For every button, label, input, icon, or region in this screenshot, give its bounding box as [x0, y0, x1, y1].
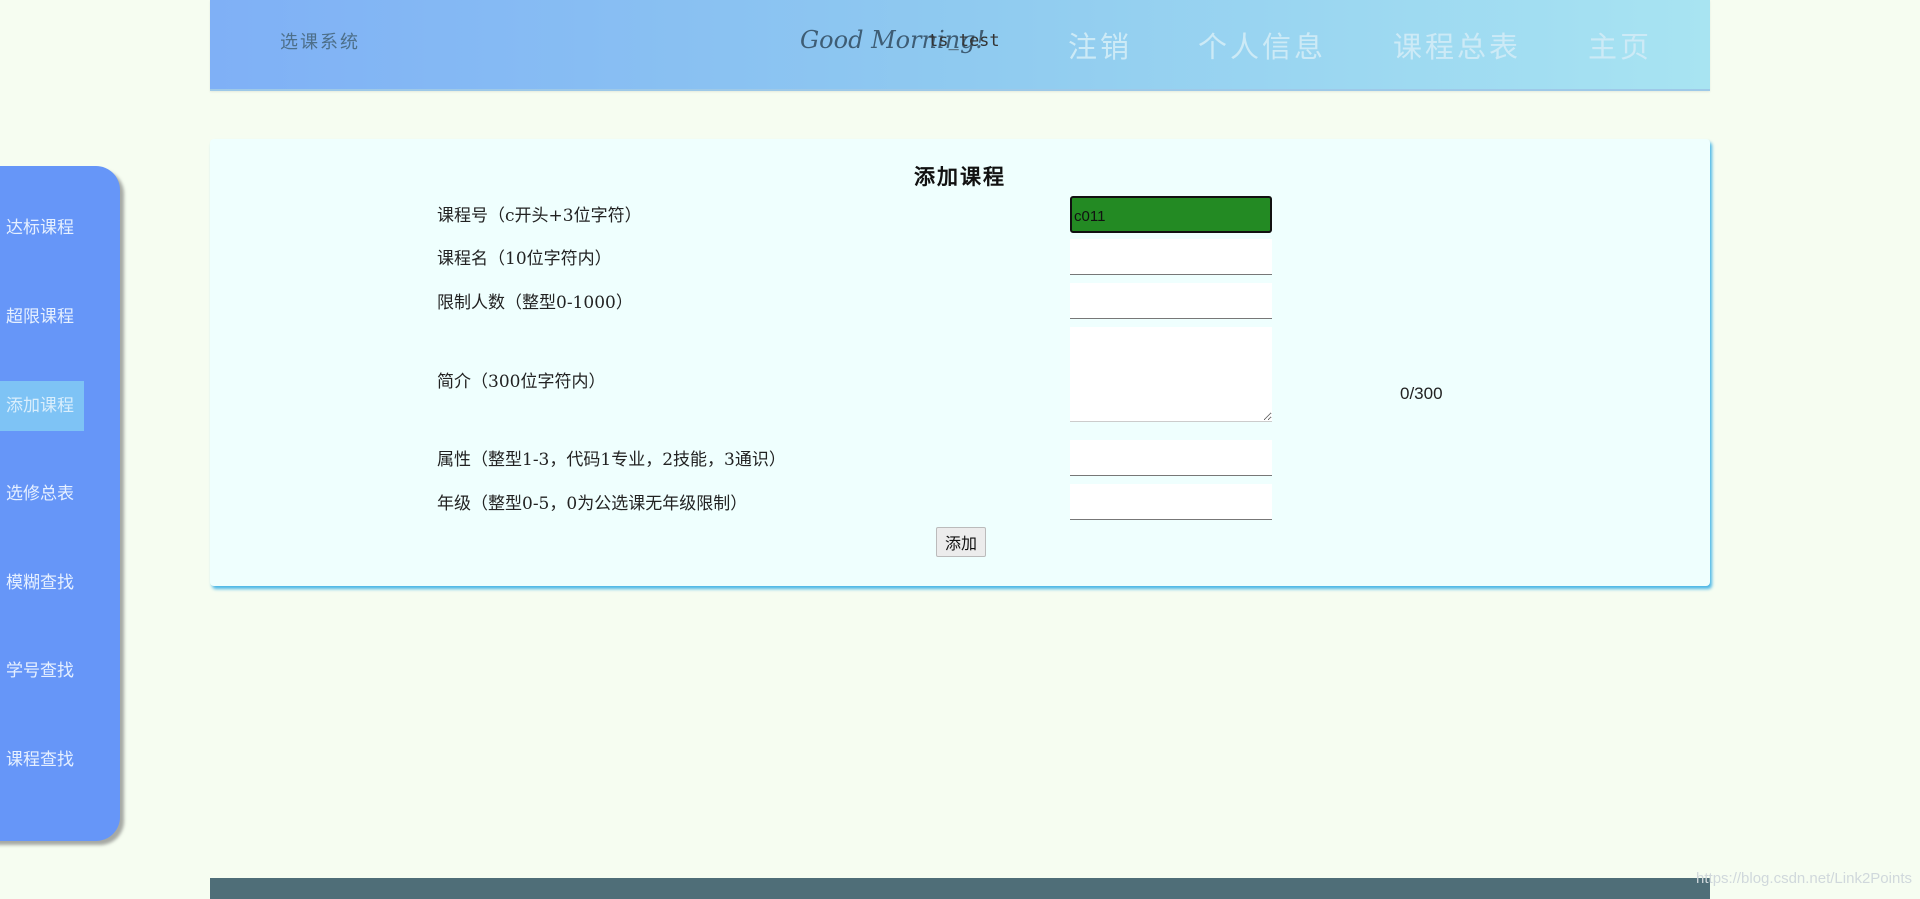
- sidebar-item-elective-table[interactable]: 选修总表: [0, 469, 84, 519]
- intro-char-counter: 0/300: [1400, 384, 1443, 403]
- page: 选课系统 Good Morning! ts_test 注销 个人信息 课程总表 …: [0, 0, 1920, 899]
- top-header: 选课系统 Good Morning! ts_test 注销 个人信息 课程总表 …: [210, 0, 1710, 91]
- course-id-label: 课程号（c开头+3位字符）: [437, 206, 642, 226]
- footer-bar: [210, 878, 1710, 899]
- username: ts_test: [928, 31, 1000, 51]
- sidebar-item-over-limit-courses[interactable]: 超限课程: [0, 292, 84, 342]
- intro-label: 简介（300位字符内）: [437, 372, 606, 392]
- add-course-form: 添加课程 课程号（c开头+3位字符） 课程名（10位字符内） 限制人数（整型0-…: [210, 139, 1710, 586]
- sidebar-item-student-id-search[interactable]: 学号查找: [0, 646, 84, 696]
- sidebar-item-qualified-courses[interactable]: 达标课程: [0, 203, 84, 253]
- limit-label: 限制人数（整型0-1000）: [437, 293, 633, 313]
- nav-course-table-link[interactable]: 课程总表: [1393, 24, 1521, 66]
- sidebar-item-add-course[interactable]: 添加课程: [0, 381, 84, 431]
- limit-input[interactable]: [1070, 283, 1272, 319]
- watermark: https://blog.csdn.net/Link2Points: [1696, 870, 1912, 887]
- course-name-input[interactable]: [1070, 239, 1272, 275]
- course-name-label: 课程名（10位字符内）: [437, 249, 612, 269]
- grade-input[interactable]: [1070, 484, 1272, 520]
- course-id-input[interactable]: [1070, 196, 1272, 233]
- sidebar-item-fuzzy-search[interactable]: 模糊查找: [0, 558, 84, 608]
- attribute-label: 属性（整型1-3，代码1专业，2技能，3通识）: [437, 450, 786, 470]
- form-title: 添加课程: [914, 164, 1006, 189]
- attribute-input[interactable]: [1070, 440, 1272, 476]
- nav-home-link[interactable]: 主页: [1588, 24, 1652, 66]
- nav-logout-link[interactable]: 注销: [1068, 24, 1132, 66]
- sidebar-item-course-search[interactable]: 课程查找: [0, 735, 84, 785]
- sidebar: 达标课程 超限课程 添加课程 选修总表 模糊查找 学号查找 课程查找: [0, 166, 120, 841]
- app-title: 选课系统: [280, 32, 360, 53]
- intro-textarea[interactable]: [1070, 327, 1272, 422]
- nav-profile-link[interactable]: 个人信息: [1198, 24, 1326, 66]
- grade-label: 年级（整型0-5，0为公选课无年级限制）: [437, 494, 748, 514]
- add-button[interactable]: 添加: [936, 527, 986, 557]
